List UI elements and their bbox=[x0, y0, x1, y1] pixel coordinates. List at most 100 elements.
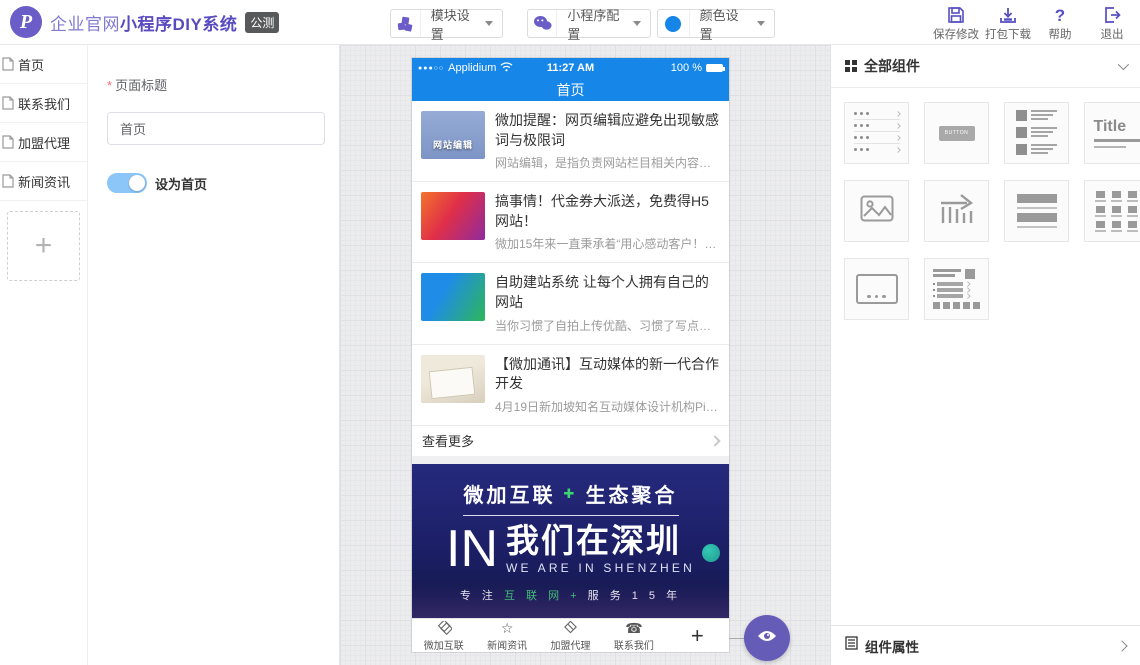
exit-label: 退出 bbox=[1101, 26, 1124, 42]
caret-down-icon bbox=[485, 21, 493, 26]
pages-sidebar: 首页 联系我们 加盟代理 新闻资讯 + bbox=[0, 45, 88, 665]
teal-dot-decoration bbox=[702, 544, 720, 562]
banner-cn-text: 我们在深圳 bbox=[506, 524, 695, 559]
sidebar-item-label: 加盟代理 bbox=[18, 133, 70, 152]
save-button[interactable]: 保存修改 bbox=[930, 4, 982, 42]
diamond-icon bbox=[563, 620, 578, 636]
package-download-button[interactable]: 打包下载 bbox=[982, 4, 1034, 42]
top-toolbar: P 企业官网小程序DIY系统 公测 模块设置 小程序配置 颜色设置 保存修改 bbox=[0, 0, 1140, 45]
eye-icon bbox=[757, 629, 777, 648]
help-icon: ? bbox=[1055, 4, 1065, 24]
app-logo-icon: P bbox=[10, 6, 42, 38]
page-title-input[interactable] bbox=[107, 112, 325, 145]
design-canvas[interactable]: ●●●○○ Applidium 11:27 AM 100 % 首页 网站编辑 微… bbox=[340, 45, 830, 665]
sidebar-item-contact[interactable]: 联系我们 bbox=[0, 84, 87, 123]
component-properties-bar[interactable]: 组件属性 bbox=[831, 625, 1140, 665]
button-icon: BUTTON bbox=[939, 126, 975, 141]
preview-eye-button[interactable] bbox=[744, 615, 790, 661]
tab-weijia[interactable]: 微加互联 bbox=[412, 619, 475, 652]
chevron-right-icon bbox=[1116, 640, 1127, 651]
cubes-icon bbox=[391, 10, 421, 37]
plus-icon: + bbox=[691, 628, 704, 644]
color-settings-label: 颜色设置 bbox=[690, 5, 757, 43]
phone-preview: ●●●○○ Applidium 11:27 AM 100 % 首页 网站编辑 微… bbox=[412, 58, 729, 652]
page-icon bbox=[2, 96, 14, 110]
menu-list-icon bbox=[854, 112, 900, 155]
app-title-regular: 企业官网 bbox=[50, 15, 120, 34]
sidebar-item-label: 新闻资讯 bbox=[18, 172, 70, 191]
toolbar-actions: 保存修改 打包下载 ? 帮助 退出 bbox=[930, 4, 1138, 42]
components-grid: BUTTON Title bbox=[831, 88, 1140, 320]
page-icon bbox=[2, 174, 14, 188]
page-settings-panel: *页面标题 设为首页 bbox=[88, 45, 340, 665]
news-summary: 微加15年来一直秉承着“用心感动客户！”的... bbox=[495, 235, 720, 252]
components-panel: 全部组件 BUTTON Title bbox=[830, 45, 1140, 665]
beta-badge: 公测 bbox=[245, 12, 279, 33]
battery-icon bbox=[706, 64, 723, 72]
color-settings-button[interactable]: 颜色设置 bbox=[657, 9, 775, 38]
tab-contact[interactable]: ☎ 联系我们 bbox=[602, 619, 665, 652]
news-item[interactable]: 搞事情！代金券大派送，免费得H5网站！ 微加15年来一直秉承着“用心感动客户！”… bbox=[412, 182, 729, 263]
phone-icon: ☎ bbox=[625, 620, 642, 636]
component-tile-menu-list[interactable] bbox=[844, 102, 909, 164]
view-more-label: 查看更多 bbox=[422, 431, 474, 450]
component-tile-image[interactable] bbox=[844, 180, 909, 242]
sidebar-item-home[interactable]: 首页 bbox=[0, 45, 87, 84]
component-tile-marquee[interactable] bbox=[924, 180, 989, 242]
tab-news[interactable]: ☆ 新闻资讯 bbox=[475, 619, 538, 652]
component-tile-button[interactable]: BUTTON bbox=[924, 102, 989, 164]
news-item[interactable]: 自助建站系统 让每个人拥有自己的网站 当你习惯了自拍上传优酷、习惯了写点小... bbox=[412, 263, 729, 344]
component-tile-icon-grid[interactable] bbox=[1084, 180, 1140, 242]
component-tile-carousel[interactable] bbox=[844, 258, 909, 320]
banner-tagline: 专 注 互 联 网 + 服 务 1 5 年 bbox=[460, 587, 681, 603]
module-settings-button[interactable]: 模块设置 bbox=[390, 9, 503, 38]
download-icon bbox=[999, 4, 1017, 24]
sidebar-item-label: 首页 bbox=[18, 55, 44, 74]
cards-icon bbox=[436, 620, 452, 636]
component-tile-title-text[interactable]: Title bbox=[1084, 102, 1140, 164]
properties-title: 组件属性 bbox=[865, 636, 919, 656]
component-tile-detail-list[interactable] bbox=[924, 258, 989, 320]
set-home-toggle[interactable] bbox=[107, 173, 147, 193]
sidebar-item-agent[interactable]: 加盟代理 bbox=[0, 123, 87, 162]
phone-tab-bar: 微加互联 ☆ 新闻资讯 加盟代理 ☎ 联系我们 + bbox=[412, 618, 729, 652]
news-item[interactable]: 网站编辑 微加提醒：网页编辑应避免出现敏感词与极限词 网站编辑，是指负责网站栏目… bbox=[412, 101, 729, 182]
module-settings-label: 模块设置 bbox=[421, 5, 485, 43]
tab-label: 联系我们 bbox=[614, 637, 654, 652]
image-icon bbox=[860, 195, 894, 227]
chevron-right-icon bbox=[709, 435, 720, 446]
news-thumbnail bbox=[421, 192, 485, 240]
help-button[interactable]: ? 帮助 bbox=[1034, 4, 1086, 42]
add-page-button[interactable]: + bbox=[7, 211, 80, 281]
color-swatch-icon bbox=[658, 10, 690, 37]
exit-button[interactable]: 退出 bbox=[1086, 4, 1138, 42]
news-list-component[interactable]: 网站编辑 微加提醒：网页编辑应避免出现敏感词与极限词 网站编辑，是指负责网站栏目… bbox=[412, 101, 729, 426]
caret-down-icon bbox=[757, 21, 765, 26]
spark-icon: ✚ bbox=[564, 486, 578, 502]
tab-agent[interactable]: 加盟代理 bbox=[539, 619, 602, 652]
banner-image-component[interactable]: 微加互联 ✚ 生态聚合 IN 我们在深圳 WE ARE IN SHENZHEN … bbox=[412, 464, 729, 618]
component-tile-article-list[interactable] bbox=[1004, 102, 1069, 164]
page-icon bbox=[2, 57, 14, 71]
news-thumbnail bbox=[421, 273, 485, 321]
components-panel-title: 全部组件 bbox=[864, 56, 920, 76]
sidebar-item-news[interactable]: 新闻资讯 bbox=[0, 162, 87, 201]
document-icon bbox=[845, 636, 858, 655]
banner-divider bbox=[463, 515, 679, 516]
news-summary: 当你习惯了自拍上传优酷、习惯了写点小... bbox=[495, 317, 720, 334]
news-thumbnail bbox=[421, 355, 485, 403]
page-icon bbox=[2, 135, 14, 149]
news-title: 微加提醒：网页编辑应避免出现敏感词与极限词 bbox=[495, 111, 720, 150]
miniprogram-config-button[interactable]: 小程序配置 bbox=[527, 9, 651, 38]
wechat-icon bbox=[528, 10, 557, 37]
sidebar-item-label: 联系我们 bbox=[18, 94, 70, 113]
app-title: 企业官网小程序DIY系统 bbox=[50, 10, 237, 35]
news-summary: 网站编辑，是指负责网站栏目相关内容的... bbox=[495, 154, 720, 171]
news-title: 搞事情！代金券大派送，免费得H5网站！ bbox=[495, 192, 720, 231]
view-more-link[interactable]: 查看更多 bbox=[412, 426, 729, 456]
set-home-label: 设为首页 bbox=[155, 174, 207, 193]
component-tile-rows[interactable] bbox=[1004, 180, 1069, 242]
components-panel-header[interactable]: 全部组件 bbox=[831, 45, 1140, 88]
news-item[interactable]: 【微加通讯】互动媒体的新一代合作开发 4月19日新加坡知名互动媒体设计机构Pin… bbox=[412, 345, 729, 426]
tab-add-button[interactable]: + bbox=[666, 619, 729, 652]
